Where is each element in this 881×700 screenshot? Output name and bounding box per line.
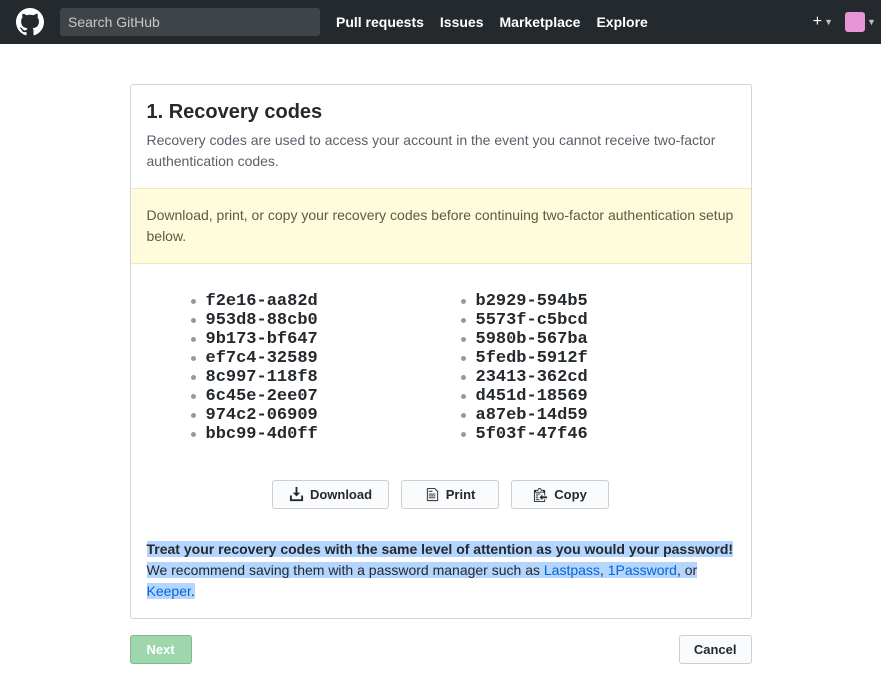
card-subtitle: Recovery codes are used to access your a… (147, 130, 735, 172)
bullet-icon (461, 432, 466, 437)
code-actions: Download Print Copy (131, 464, 751, 527)
recovery-code: d451d-18569 (461, 387, 691, 406)
card-header: 1. Recovery codes Recovery codes are use… (131, 85, 751, 188)
note-text: We recommend saving them with a password… (147, 562, 544, 578)
bullet-icon (191, 432, 196, 437)
recovery-code: 5f03f-47f46 (461, 425, 691, 444)
file-icon (425, 487, 440, 502)
recovery-code: 5573f-c5bcd (461, 311, 691, 330)
code-value: 5980b-567ba (476, 330, 588, 349)
recovery-codes-card: 1. Recovery codes Recovery codes are use… (130, 84, 752, 619)
code-value: a87eb-14d59 (476, 406, 588, 425)
code-value: 8c997-118f8 (206, 368, 318, 387)
recovery-code: bbc99-4d0ff (191, 425, 421, 444)
bullet-icon (461, 394, 466, 399)
recovery-code: 6c45e-2ee07 (191, 387, 421, 406)
code-value: 953d8-88cb0 (206, 311, 318, 330)
note-sep: , or (677, 562, 697, 578)
recovery-code: f2e16-aa82d (191, 292, 421, 311)
cancel-button[interactable]: Cancel (679, 635, 752, 664)
main-content: 1. Recovery codes Recovery codes are use… (114, 84, 768, 664)
next-button[interactable]: Next (130, 635, 192, 664)
bullet-icon (461, 356, 466, 361)
recovery-code: 5fedb-5912f (461, 349, 691, 368)
bullet-icon (461, 413, 466, 418)
link-keeper[interactable]: Keeper (147, 583, 191, 599)
code-value: 5fedb-5912f (476, 349, 588, 368)
recovery-code: 953d8-88cb0 (191, 311, 421, 330)
bullet-icon (191, 356, 196, 361)
bullet-icon (191, 337, 196, 342)
button-label: Print (446, 487, 476, 502)
codes-section: f2e16-aa82d 953d8-88cb0 9b173-bf647 ef7c… (131, 264, 751, 464)
bullet-icon (461, 337, 466, 342)
recovery-code: ef7c4-32589 (191, 349, 421, 368)
button-label: Copy (554, 487, 587, 502)
nav-explore[interactable]: Explore (596, 14, 647, 30)
recovery-code: a87eb-14d59 (461, 406, 691, 425)
recovery-code: 974c2-06909 (191, 406, 421, 425)
footer-note: Treat your recovery codes with the same … (131, 527, 751, 618)
copy-icon (533, 487, 548, 502)
print-button[interactable]: Print (401, 480, 499, 509)
code-value: d451d-18569 (476, 387, 588, 406)
code-value: 5f03f-47f46 (476, 425, 588, 444)
code-value: ef7c4-32589 (206, 349, 318, 368)
search-input[interactable] (60, 8, 320, 36)
card-title: 1. Recovery codes (147, 101, 735, 124)
github-logo[interactable] (16, 8, 44, 36)
code-value: 9b173-bf647 (206, 330, 318, 349)
recovery-code: b2929-594b5 (461, 292, 691, 311)
download-icon (289, 487, 304, 502)
bullet-icon (191, 299, 196, 304)
note-sep: , (600, 562, 608, 578)
button-label: Download (310, 487, 372, 502)
recovery-code: 23413-362cd (461, 368, 691, 387)
note-emphasis: Treat your recovery codes with the same … (147, 541, 734, 557)
bullet-icon (191, 413, 196, 418)
codes-grid: f2e16-aa82d 953d8-88cb0 9b173-bf647 ef7c… (191, 292, 691, 444)
header-right: +▼ ▼ (813, 12, 865, 32)
bullet-icon (191, 394, 196, 399)
bullet-icon (461, 299, 466, 304)
copy-button[interactable]: Copy (511, 480, 609, 509)
create-new-dropdown[interactable]: +▼ (813, 13, 833, 31)
code-value: 974c2-06909 (206, 406, 318, 425)
recovery-code: 8c997-118f8 (191, 368, 421, 387)
download-button[interactable]: Download (272, 480, 389, 509)
global-header: Pull requests Issues Marketplace Explore… (0, 0, 881, 44)
bullet-icon (191, 375, 196, 380)
primary-nav: Pull requests Issues Marketplace Explore (336, 14, 648, 30)
nav-pull-requests[interactable]: Pull requests (336, 14, 424, 30)
code-value: 6c45e-2ee07 (206, 387, 318, 406)
link-1password[interactable]: 1Password (608, 562, 677, 578)
alert-banner: Download, print, or copy your recovery c… (131, 188, 751, 264)
bullet-icon (461, 318, 466, 323)
code-value: 23413-362cd (476, 368, 588, 387)
nav-issues[interactable]: Issues (440, 14, 484, 30)
bullet-icon (461, 375, 466, 380)
user-avatar-dropdown[interactable]: ▼ (845, 12, 865, 32)
recovery-code: 5980b-567ba (461, 330, 691, 349)
recovery-code: 9b173-bf647 (191, 330, 421, 349)
footer-actions: Next Cancel (130, 635, 752, 664)
code-value: 5573f-c5bcd (476, 311, 588, 330)
bullet-icon (191, 318, 196, 323)
note-period: . (191, 583, 195, 599)
link-lastpass[interactable]: Lastpass (544, 562, 600, 578)
nav-marketplace[interactable]: Marketplace (500, 14, 581, 30)
code-value: bbc99-4d0ff (206, 425, 318, 444)
code-value: b2929-594b5 (476, 292, 588, 311)
code-value: f2e16-aa82d (206, 292, 318, 311)
